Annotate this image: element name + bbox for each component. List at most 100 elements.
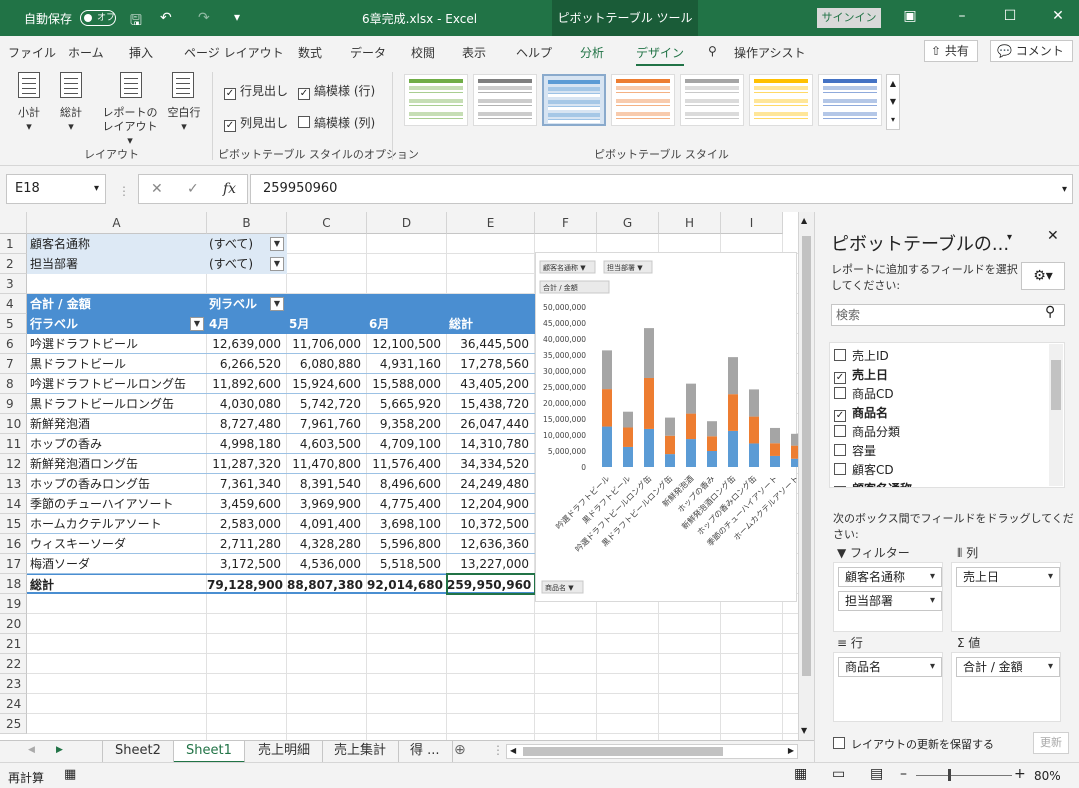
pivot-value-cell[interactable]: 15,924,600	[287, 374, 367, 394]
close-icon[interactable]: ✕	[1046, 8, 1070, 24]
tab-file[interactable]: ファイル	[8, 44, 56, 61]
next-sheet-icon[interactable]: ▶	[56, 745, 63, 755]
tell-me[interactable]: 操作アシスト	[734, 44, 806, 61]
tab-home[interactable]: ホーム	[68, 44, 104, 61]
pivot-value-cell[interactable]: 11,576,400	[367, 454, 447, 474]
scroll-right-icon[interactable]: ▶	[788, 746, 794, 755]
pivot-value-cell[interactable]: 5,742,720	[287, 394, 367, 414]
defer-update-checkbox[interactable]: レイアウトの更新を保留する	[833, 736, 994, 752]
row-header[interactable]: 14	[0, 494, 27, 514]
row-header[interactable]: 17	[0, 554, 27, 574]
pivot-value-cell[interactable]: 12,204,900	[447, 494, 535, 514]
row-header[interactable]: 23	[0, 674, 27, 694]
filter-dropdown-icon[interactable]: ▼	[270, 237, 284, 251]
banded-rows-checkbox[interactable]: ✓ 縞模様 (行)	[298, 82, 375, 100]
row-header[interactable]: 12	[0, 454, 27, 474]
pivot-value-cell[interactable]: 34,334,520	[447, 454, 535, 474]
column-header[interactable]: H	[659, 212, 721, 234]
signin-button[interactable]: サインイン	[817, 8, 881, 28]
share-button[interactable]: ⇧ 共有	[924, 40, 978, 62]
pivot-value-cell[interactable]: 3,459,600	[207, 494, 287, 514]
horizontal-scrollbar[interactable]: ◀ ▶	[506, 744, 798, 759]
tab-design[interactable]: デザイン	[636, 44, 685, 66]
row-header[interactable]: 7	[0, 354, 27, 374]
pivot-value-cell[interactable]: 6,080,880	[287, 354, 367, 374]
pivot-value-cell[interactable]: 11,892,600	[207, 374, 287, 394]
row-header[interactable]: 10	[0, 414, 27, 434]
zoom-slider[interactable]	[916, 775, 1012, 776]
sheet-tab-more[interactable]: 得 ...	[398, 741, 453, 763]
pivot-value-cell[interactable]: 15,438,720	[447, 394, 535, 414]
row-header[interactable]: 15	[0, 514, 27, 534]
filter-chip[interactable]: 担当部署	[838, 591, 942, 611]
field-item[interactable]: ✓ 売上日	[834, 366, 888, 384]
zoom-thumb[interactable]	[948, 769, 951, 781]
blank-rows-button[interactable]: 空白行 ▾	[164, 106, 204, 134]
fx-icon[interactable]: fx	[223, 175, 236, 203]
field-checkbox[interactable]: ✓	[834, 410, 846, 422]
row-header[interactable]: 21	[0, 634, 27, 654]
pivot-value-cell[interactable]: 3,172,500	[207, 554, 287, 574]
pivot-value-cell[interactable]: 13,227,000	[447, 554, 535, 574]
field-checkbox[interactable]	[834, 463, 846, 475]
row-header[interactable]: 19	[0, 594, 27, 614]
row-header[interactable]: 18	[0, 574, 27, 594]
update-button[interactable]: 更新	[1033, 732, 1069, 754]
pivot-value-cell[interactable]: 10,372,500	[447, 514, 535, 534]
pivot-value-cell[interactable]: 3,698,100	[367, 514, 447, 534]
zoom-out-icon[interactable]: –	[900, 766, 907, 782]
pivot-value-cell[interactable]: 7,961,760	[287, 414, 367, 434]
tab-review[interactable]: 校閲	[411, 44, 435, 61]
column-header[interactable]: E	[447, 212, 535, 234]
pivot-value-cell[interactable]: 2,583,000	[207, 514, 287, 534]
zoom-level[interactable]: 80%	[1034, 769, 1061, 783]
pivot-value-cell[interactable]: 4,998,180	[207, 434, 287, 454]
pivot-value-cell[interactable]: 11,287,320	[207, 454, 287, 474]
page-layout-view-icon[interactable]: ▭	[832, 766, 845, 782]
row-header[interactable]: 6	[0, 334, 27, 354]
field-item[interactable]: ✓ 商品名	[834, 404, 888, 422]
vertical-scrollbar[interactable]: ▲ ▼	[798, 212, 814, 740]
column-header[interactable]: C	[287, 212, 367, 234]
pivot-value-cell[interactable]: 5,596,800	[367, 534, 447, 554]
column-header[interactable]: G	[597, 212, 659, 234]
hscroll-thumb[interactable]	[523, 747, 723, 756]
pivot-value-cell[interactable]: 9,358,200	[367, 414, 447, 434]
sheet-tab-sheet1[interactable]: Sheet1	[174, 741, 245, 763]
values-area[interactable]: 合計 / 金額	[951, 652, 1061, 722]
tab-insert[interactable]: 挿入	[129, 44, 153, 61]
worksheet-grid[interactable]: A B C D E F G H I 1 2 3 4 5 6 7 8 9 10 11 12 13 14 15 16 17 18 19 20…	[0, 212, 798, 740]
field-search-input[interactable]: 検索	[831, 304, 1065, 326]
autosave-toggle[interactable]: オフ	[80, 10, 116, 26]
customize-icon[interactable]: ▾	[234, 10, 240, 24]
scroll-thumb[interactable]	[802, 236, 811, 676]
ribbon-display-icon[interactable]: ▣	[898, 8, 922, 24]
save-icon[interactable]: 🖫	[130, 10, 142, 34]
expand-formula-icon[interactable]: ▾	[1062, 184, 1067, 195]
scroll-left-icon[interactable]: ◀	[510, 746, 516, 755]
pivot-value-cell[interactable]: 4,775,400	[367, 494, 447, 514]
field-list-scrollbar[interactable]	[1049, 344, 1063, 486]
scroll-down-icon[interactable]: ▼	[801, 726, 807, 735]
maximize-icon[interactable]: ☐	[998, 8, 1022, 24]
field-item[interactable]: ✓顧客名通称	[834, 480, 912, 487]
pivot-value-cell[interactable]: 26,047,440	[447, 414, 535, 434]
row-header[interactable]: 20	[0, 614, 27, 634]
pivot-value-cell[interactable]: 4,328,280	[287, 534, 367, 554]
row-header[interactable]: 4	[0, 294, 27, 314]
field-item[interactable]: 商品分類	[834, 423, 900, 440]
row-header[interactable]: 8	[0, 374, 27, 394]
tab-help[interactable]: ヘルプ	[516, 44, 552, 61]
minimize-icon[interactable]: –	[950, 8, 974, 24]
pivot-value-cell[interactable]: 4,091,400	[287, 514, 367, 534]
row-header[interactable]: 24	[0, 694, 27, 714]
tab-data[interactable]: データ	[350, 44, 386, 61]
column-header[interactable]: B	[207, 212, 287, 234]
col-label-dropdown-icon[interactable]: ▼	[270, 297, 284, 311]
pivot-value-cell[interactable]: 8,727,480	[207, 414, 287, 434]
rows-area[interactable]: 商品名	[833, 652, 943, 722]
subtotal-button[interactable]: 小計 ▾	[12, 106, 46, 134]
style-swatch[interactable]	[818, 74, 882, 126]
pivot-value-cell[interactable]: 4,030,080	[207, 394, 287, 414]
filter-chip[interactable]: 顧客名通称	[838, 567, 942, 587]
